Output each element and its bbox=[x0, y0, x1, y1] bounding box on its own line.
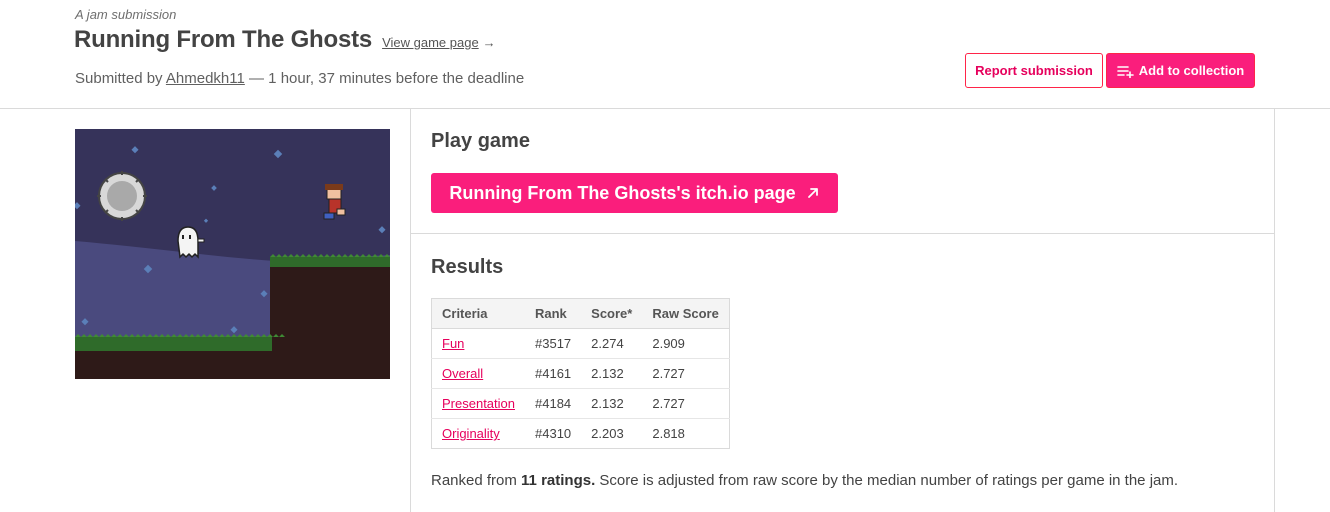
table-row: Fun #3517 2.274 2.909 bbox=[431, 328, 730, 359]
report-submission-button[interactable]: Report submission bbox=[965, 53, 1103, 88]
submission-details: Play game Running From The Ghosts's itch… bbox=[410, 109, 1275, 512]
score-cell: 2.132 bbox=[581, 358, 643, 389]
criteria-link-originality[interactable]: Originality bbox=[442, 426, 500, 441]
arrow-right-icon: → bbox=[482, 35, 496, 50]
column-criteria: Criteria bbox=[431, 298, 525, 329]
submitted-time: — 1 hour, 37 minutes before the deadline bbox=[249, 70, 525, 87]
ranking-note: Ranked from 11 ratings. Score is adjuste… bbox=[431, 472, 1178, 489]
itch-page-button[interactable]: Running From The Ghosts's itch.io page bbox=[431, 173, 838, 213]
table-row: Originality #4310 2.203 2.818 bbox=[432, 419, 730, 449]
view-game-page-label: View game page bbox=[382, 35, 479, 50]
raw-score-cell: 2.727 bbox=[642, 358, 730, 389]
rank-cell: #4310 bbox=[535, 426, 572, 441]
raw-score-cell: 2.818 bbox=[652, 426, 685, 441]
raw-score-cell: 2.727 bbox=[642, 388, 730, 419]
ratings-count: 11 ratings. bbox=[521, 472, 596, 489]
game-screenshot[interactable] bbox=[75, 129, 390, 379]
criteria-link-overall[interactable]: Overall bbox=[442, 366, 483, 381]
external-link-icon bbox=[807, 188, 818, 198]
rank-cell: #3517 bbox=[525, 328, 582, 359]
author-link[interactable]: Ahmedkh11 bbox=[166, 70, 245, 87]
submission-header: A jam submission Running From The Ghosts… bbox=[0, 0, 1330, 109]
criteria-link-fun[interactable]: Fun bbox=[442, 336, 464, 351]
page-title: Running From The Ghosts bbox=[74, 26, 373, 53]
ranking-note-prefix: Ranked from bbox=[431, 472, 517, 489]
view-game-page-link[interactable]: View game page → bbox=[382, 35, 496, 50]
table-row: Presentation #4184 2.132 2.727 bbox=[431, 388, 730, 419]
ranking-note-suffix: Score is adjusted from raw score by the … bbox=[599, 472, 1179, 489]
raw-score-cell: 2.909 bbox=[642, 328, 730, 359]
submitted-info: Submitted by Ahmedkh11 — 1 hour, 37 minu… bbox=[75, 70, 524, 87]
submitted-prefix: Submitted by bbox=[75, 70, 163, 87]
column-rank: Rank bbox=[525, 298, 582, 329]
add-to-collection-label: Add to collection bbox=[1138, 63, 1245, 78]
add-to-list-icon bbox=[1116, 65, 1134, 78]
rank-cell: #4161 bbox=[525, 358, 582, 389]
game-screenshot-image bbox=[75, 129, 390, 379]
column-raw-score: Raw Score bbox=[642, 298, 730, 329]
results-table: Criteria Rank Score* Raw Score Fun #3517… bbox=[431, 298, 730, 449]
column-score: Score* bbox=[581, 298, 643, 329]
jam-label: A jam submission bbox=[75, 7, 177, 22]
results-heading: Results bbox=[431, 256, 504, 278]
results-header-row: Criteria Rank Score* Raw Score bbox=[431, 298, 730, 329]
play-game-heading: Play game bbox=[431, 130, 530, 152]
table-row: Overall #4161 2.132 2.727 bbox=[431, 358, 730, 389]
score-cell: 2.203 bbox=[591, 426, 624, 441]
score-cell: 2.274 bbox=[581, 328, 643, 359]
itch-page-button-label: Running From The Ghosts's itch.io page bbox=[449, 182, 796, 203]
title-row: Running From The Ghosts View game page → bbox=[74, 26, 496, 54]
score-cell: 2.132 bbox=[581, 388, 643, 419]
add-to-collection-button[interactable]: Add to collection bbox=[1106, 53, 1255, 88]
play-game-section: Play game Running From The Ghosts's itch… bbox=[411, 109, 1275, 234]
rank-cell: #4184 bbox=[525, 388, 582, 419]
criteria-link-presentation[interactable]: Presentation bbox=[442, 396, 515, 411]
